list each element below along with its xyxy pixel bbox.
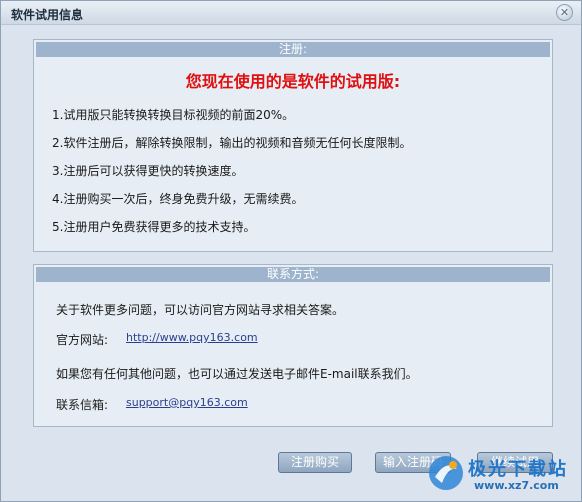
email-link[interactable]: support@pqy163.com [126, 396, 248, 409]
contact-panel-header: 联系方式: [36, 267, 550, 282]
watermark-brand: 极光下载站 [468, 459, 568, 480]
watermark-url: www.xz7.com [474, 479, 559, 492]
website-label: 官方网站: [56, 333, 109, 347]
watermark-logo-icon [429, 456, 463, 490]
watermark: 极光下载站 www.xz7.com [426, 449, 576, 499]
email-label: 联系信箱: [56, 398, 109, 412]
email-intro: 如果您有任何其他问题，也可以通过发送电子邮件E-mail联系我们。 [56, 367, 418, 381]
close-icon[interactable]: ✕ [556, 4, 573, 21]
contact-intro: 关于软件更多问题，可以访问官方网站寻求相关答案。 [56, 303, 345, 317]
rule-item: 2.软件注册后，解除转换限制，输出的视频和音频无任何长度限制。 [52, 136, 412, 150]
rule-item: 5.注册用户免费获得更多的技术支持。 [52, 220, 256, 234]
rule-item: 3.注册后可以获得更快的转换速度。 [52, 164, 244, 178]
trial-headline: 您现在使用的是软件的试用版: [185, 72, 401, 91]
rule-item: 1.试用版只能转换转换目标视频的前面20%。 [52, 108, 295, 122]
rule-item: 4.注册购买一次后，终身免费升级，无需续费。 [52, 192, 304, 206]
buy-button[interactable]: 注册购买 [278, 452, 352, 473]
trial-info-dialog: 软件试用信息 ✕ 注册: 您现在使用的是软件的试用版: 1.试用版只能转换转换目… [0, 0, 582, 502]
website-link[interactable]: http://www.pqy163.com [126, 331, 258, 344]
window-title: 软件试用信息 [11, 8, 84, 22]
contact-panel: 联系方式: 关于软件更多问题，可以访问官方网站寻求相关答案。 官方网站: htt… [33, 264, 553, 427]
title-bar: 软件试用信息 ✕ [1, 1, 581, 25]
registration-panel-header: 注册: [36, 42, 550, 57]
registration-panel: 注册: 您现在使用的是软件的试用版: 1.试用版只能转换转换目标视频的前面20%… [33, 39, 553, 252]
